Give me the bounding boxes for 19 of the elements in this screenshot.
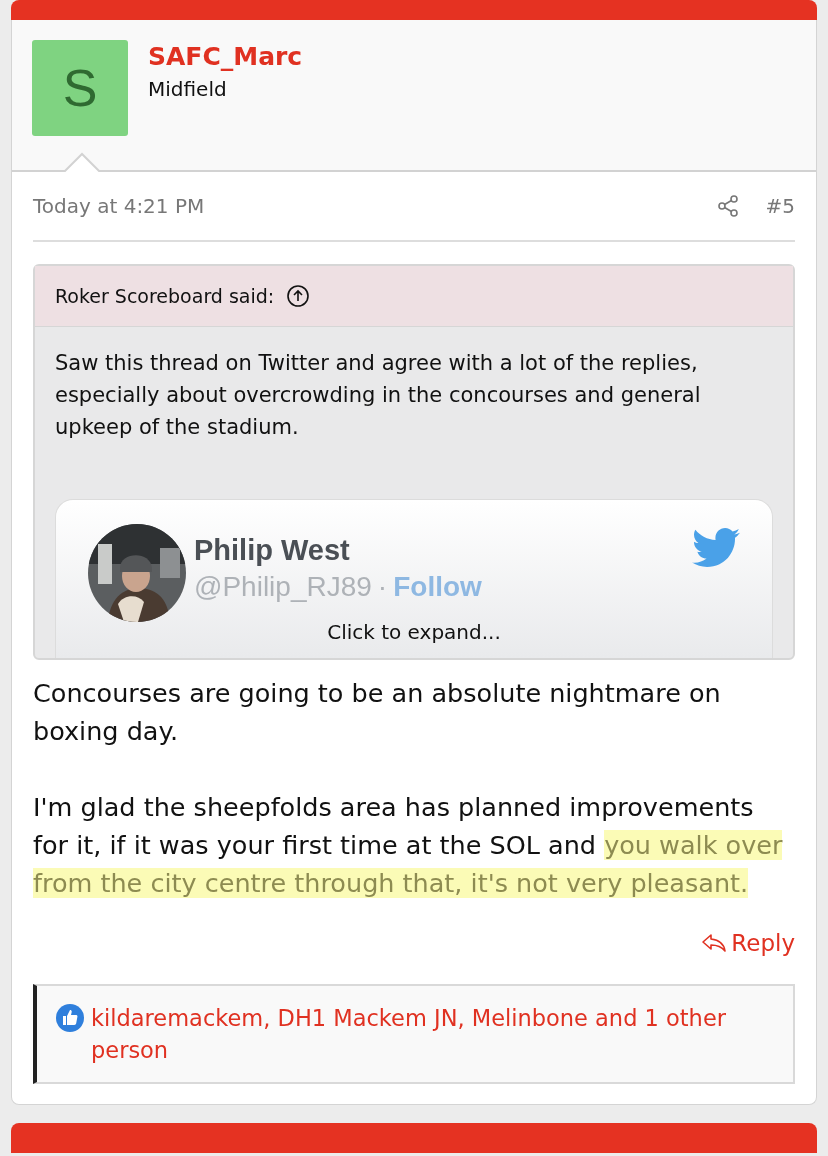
quote-author[interactable]: Roker Scoreboard said: [55,285,275,307]
quote-text: Saw this thread on Twitter and agree with a lot of the replies, especially about overcrowding in the concourses and general upkeep of the stadium. [54,350,702,441]
thumbs-up-icon [55,1003,85,1033]
post-number[interactable]: #5 [765,194,795,218]
reply-arrow-icon [701,931,728,955]
post-time[interactable]: Today at 4:21 PM [33,194,716,218]
reactions-link[interactable]: kildaremackem, DH1 Mackem JN, Melinbone and 1 other person [91,1002,775,1066]
avatar[interactable]: S [32,40,128,136]
share-icon[interactable] [715,194,740,218]
expand-link[interactable]: Click to expand... [327,620,501,658]
bird-icon [692,528,740,568]
post-paragraph: Concourses are going to be an absolute nightmare on boxing day. [33,677,722,748]
tweet-handle: @Philip_RJ89 [194,570,372,603]
author-name[interactable]: SAFC_Marc [148,42,303,71]
separator-dot: · [377,570,388,603]
arrow-up-circle-icon[interactable] [286,284,311,308]
tweet-author: Philip West [194,533,351,567]
user-title: Midfield [148,77,228,101]
reply-button[interactable]: Reply [701,930,795,956]
